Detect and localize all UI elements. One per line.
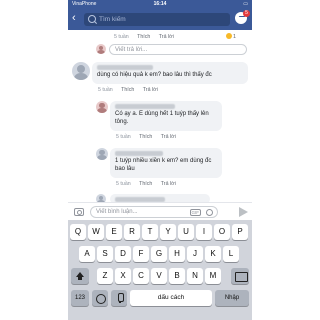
camera-icon[interactable]: [74, 208, 84, 216]
status-bar: VinaPhone 16:14 ▭: [68, 0, 252, 8]
battery-icon: ▭: [243, 1, 248, 7]
key-c[interactable]: C: [133, 268, 149, 284]
key-i[interactable]: I: [196, 224, 212, 240]
key-z[interactable]: Z: [97, 268, 113, 284]
comment-text: Có ạy a. E dùng hết 1 tuýp thấy lên tông…: [115, 111, 209, 125]
keyboard: QWERTYUIOP ASDFGHJKL ZXCVBNM 123 dấu các…: [68, 220, 252, 320]
key-f[interactable]: F: [133, 246, 149, 262]
numbers-key[interactable]: 123: [71, 290, 89, 306]
reply-link[interactable]: Trả lời: [143, 87, 158, 93]
comment-time: 5 tuần: [98, 87, 113, 93]
key-j[interactable]: J: [187, 246, 203, 262]
like-link[interactable]: Thích: [139, 134, 152, 140]
key-d[interactable]: D: [115, 246, 131, 262]
comment-input[interactable]: Viết bình luận... GIF: [90, 206, 218, 218]
send-icon[interactable]: [239, 207, 248, 217]
search-bar[interactable]: Tìm kiếm: [84, 13, 230, 26]
keyboard-row-4: 123 dấu cách Nhập: [68, 290, 252, 306]
keyboard-row-3: ZXCVBNM: [68, 268, 252, 284]
key-n[interactable]: N: [187, 268, 203, 284]
comment-meta-row: 5 tuần Thích Trả lời: [116, 134, 183, 140]
key-y[interactable]: Y: [160, 224, 176, 240]
keyboard-row-1: QWERTYUIOP: [68, 224, 252, 240]
comment-meta-row: 5 tuần Thích Trả lời: [116, 181, 183, 187]
top-header: ‹ Tìm kiếm 5: [68, 8, 252, 30]
like-link[interactable]: Thích: [137, 34, 150, 40]
comment-meta-row: 5 tuần Thích Trả lời: [114, 34, 181, 40]
key-q[interactable]: Q: [70, 224, 86, 240]
like-link[interactable]: Thích: [121, 87, 134, 93]
key-k[interactable]: K: [205, 246, 221, 262]
key-o[interactable]: O: [214, 224, 230, 240]
key-u[interactable]: U: [178, 224, 194, 240]
microphone-icon[interactable]: [111, 290, 127, 306]
reply-link[interactable]: Trả lời: [159, 34, 174, 40]
comment-placeholder: Viết bình luận...: [96, 209, 138, 215]
phone-screen: VinaPhone 16:14 ▭ ‹ Tìm kiếm 5 5 tuần Th…: [68, 0, 252, 320]
key-p[interactable]: P: [232, 224, 248, 240]
comment-time: 5 tuần: [116, 181, 131, 187]
return-key[interactable]: Nhập: [215, 290, 249, 306]
back-arrow-icon[interactable]: ‹: [72, 13, 76, 24]
search-placeholder: Tìm kiếm: [99, 16, 126, 23]
key-r[interactable]: R: [124, 224, 140, 240]
comment-time: 5 tuần: [114, 34, 129, 40]
comment-text: dùng có hiệu quả k em? bao lâu thì thấy …: [97, 72, 212, 78]
key-m[interactable]: M: [205, 268, 221, 284]
key-a[interactable]: A: [79, 246, 95, 262]
key-b[interactable]: B: [169, 268, 185, 284]
reaction-number: 1: [233, 34, 237, 40]
key-s[interactable]: S: [97, 246, 113, 262]
comment-time: 5 tuần: [116, 134, 131, 140]
comment-bubble: dùng có hiệu quả k em? bao lâu thì thấy …: [92, 62, 248, 84]
messenger-badge: 5: [243, 10, 250, 17]
avatar: [96, 44, 106, 54]
key-g[interactable]: G: [151, 246, 167, 262]
space-key[interactable]: dấu cách: [130, 290, 212, 306]
comment-bubble: Có ạy a. E dùng hết 1 tuýp thấy lên tông…: [110, 101, 222, 131]
comment-meta-row: 5 tuần Thích Trả lời: [98, 87, 165, 93]
avatar[interactable]: [96, 101, 108, 113]
commenter-name[interactable]: [97, 65, 153, 70]
commenter-name[interactable]: [115, 104, 175, 109]
clock: 16:14: [153, 1, 167, 7]
emoji-icon[interactable]: [206, 209, 213, 216]
key-w[interactable]: W: [88, 224, 104, 240]
key-x[interactable]: X: [115, 268, 131, 284]
reply-input[interactable]: Viết trả lời...: [109, 44, 247, 55]
haha-reaction-icon: [226, 33, 232, 39]
key-h[interactable]: H: [169, 246, 185, 262]
avatar[interactable]: [72, 62, 90, 80]
key-l[interactable]: L: [223, 246, 239, 262]
shift-key[interactable]: [71, 268, 89, 284]
avatar[interactable]: [96, 148, 108, 160]
backspace-key[interactable]: [231, 268, 249, 284]
key-t[interactable]: T: [142, 224, 158, 240]
search-icon: [88, 15, 96, 23]
comment-bubble: 1 tuýp nhiều xiền k em? em dùng đc bao l…: [110, 148, 222, 178]
comment-composer: Viết bình luận... GIF: [68, 202, 252, 220]
keyboard-row-2: ASDFGHJKL: [68, 246, 252, 262]
gif-button[interactable]: GIF: [189, 209, 201, 216]
like-link[interactable]: Thích: [139, 181, 152, 187]
reaction-count[interactable]: 1: [226, 33, 236, 40]
reply-link[interactable]: Trả lời: [161, 134, 176, 140]
key-e[interactable]: E: [106, 224, 122, 240]
comment-text: 1 tuýp nhiều xiền k em? em dùng đc bao l…: [115, 158, 212, 172]
reply-link[interactable]: Trả lời: [161, 181, 176, 187]
key-v[interactable]: V: [151, 268, 167, 284]
commenter-name[interactable]: [115, 151, 163, 156]
globe-icon[interactable]: [92, 290, 108, 306]
